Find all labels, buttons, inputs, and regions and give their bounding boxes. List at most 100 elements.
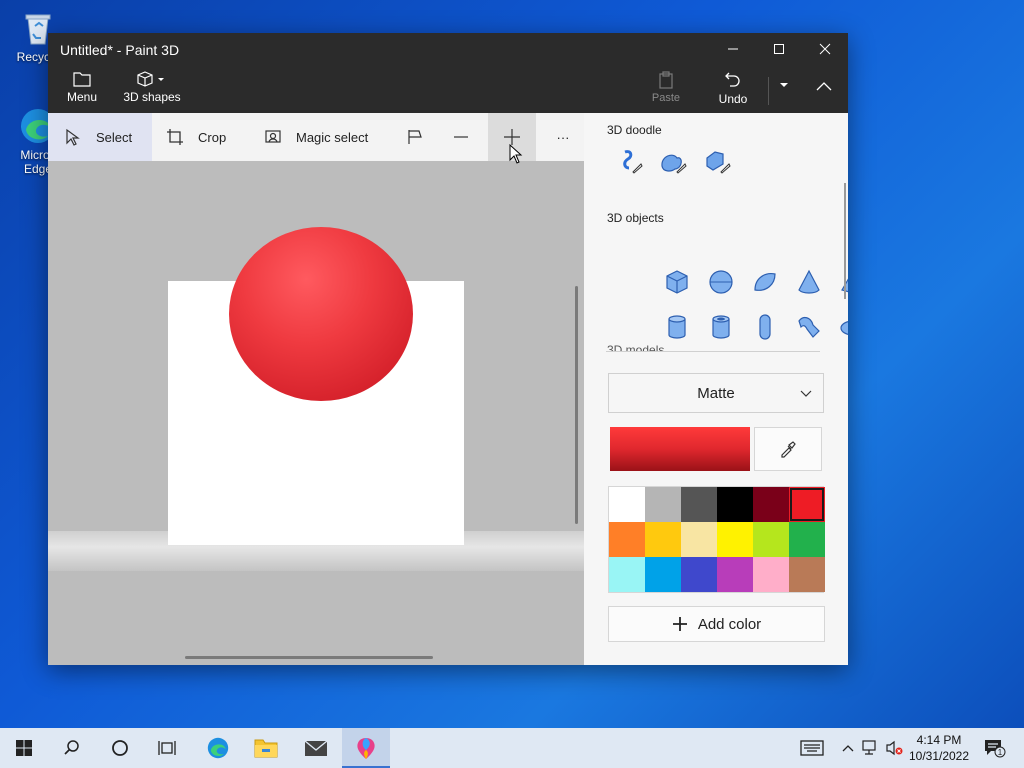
- eyedropper-button[interactable]: [754, 427, 822, 471]
- color-swatch[interactable]: [681, 557, 717, 592]
- material-dropdown[interactable]: Matte: [608, 373, 824, 413]
- eyedropper-icon: [781, 441, 796, 458]
- action-center-button[interactable]: 1: [982, 738, 1008, 758]
- cube-dropdown-icon: [137, 71, 164, 87]
- collapse-ribbon-button[interactable]: [812, 81, 836, 94]
- hemisphere-icon: [754, 273, 776, 291]
- sharp-doodle-icon: [623, 150, 643, 174]
- color-swatch[interactable]: [681, 522, 717, 557]
- red-3d-sphere[interactable]: [229, 227, 413, 401]
- menu-button[interactable]: Menu: [64, 71, 100, 104]
- bent-tube-icon: [798, 316, 820, 338]
- more-tools-button[interactable]: ···: [548, 113, 578, 161]
- sphere-object-button[interactable]: [706, 267, 736, 297]
- edge-taskbar-button[interactable]: [194, 728, 242, 768]
- tube-doodle-button[interactable]: [702, 147, 732, 177]
- touch-keyboard-button[interactable]: [800, 738, 824, 758]
- current-color-swatch[interactable]: [610, 427, 750, 471]
- 3d-doodle-title: 3D doodle: [607, 123, 662, 137]
- file-explorer-button[interactable]: [242, 728, 290, 768]
- chevron-up-icon: [816, 82, 832, 91]
- color-swatch[interactable]: [645, 557, 681, 592]
- tube-icon: [712, 315, 730, 339]
- magic-select-label: Magic select: [296, 129, 369, 145]
- edge-icon: [207, 737, 229, 759]
- vertical-scrollbar[interactable]: [575, 286, 578, 524]
- capsule-object-button[interactable]: [750, 312, 780, 342]
- color-swatch[interactable]: [645, 522, 681, 557]
- cylinder-object-button[interactable]: [662, 312, 692, 342]
- 3d-objects-title: 3D objects: [607, 211, 664, 225]
- cone-object-button[interactable]: [794, 267, 824, 297]
- keyboard-icon: [800, 740, 824, 756]
- show-hidden-icons-button[interactable]: [838, 738, 858, 758]
- color-swatch[interactable]: [645, 487, 681, 522]
- search-button[interactable]: [48, 728, 96, 768]
- volume-button[interactable]: [884, 738, 904, 758]
- start-button[interactable]: [0, 728, 48, 768]
- 3d-shapes-label: 3D shapes: [123, 90, 181, 104]
- pyramid-object-button[interactable]: [838, 267, 848, 297]
- chevron-up-icon: [842, 745, 854, 752]
- canvas-area[interactable]: [48, 161, 584, 665]
- tube-object-button[interactable]: [706, 312, 736, 342]
- add-color-label: Add color: [697, 615, 762, 633]
- hemisphere-object-button[interactable]: [750, 267, 780, 297]
- color-swatch[interactable]: [753, 522, 789, 557]
- undo-history-button[interactable]: [774, 81, 794, 92]
- undo-icon: [725, 72, 740, 87]
- color-swatch[interactable]: [753, 557, 789, 592]
- color-swatch[interactable]: [789, 487, 825, 522]
- select-label: Select: [96, 129, 133, 145]
- magic-select-tool[interactable]: Magic select: [264, 113, 384, 161]
- network-disconnected-icon: [862, 740, 876, 755]
- color-swatch[interactable]: [789, 522, 825, 557]
- 3d-shapes-panel: 3D doodle 3D objects 3D models Matte Add…: [584, 113, 848, 665]
- close-button[interactable]: [802, 33, 848, 65]
- color-swatch[interactable]: [717, 557, 753, 592]
- clock-date: 10/31/2022: [908, 749, 970, 763]
- network-button[interactable]: [860, 738, 880, 758]
- color-swatch[interactable]: [717, 522, 753, 557]
- paste-button[interactable]: Paste: [648, 71, 684, 104]
- bent-tube-object-button[interactable]: [794, 312, 824, 342]
- color-swatch[interactable]: [717, 487, 753, 522]
- panel-scrollbar[interactable]: [844, 183, 846, 299]
- menu-label: Menu: [66, 90, 98, 104]
- color-swatch[interactable]: [609, 557, 645, 592]
- select-tool[interactable]: Select: [48, 113, 152, 161]
- crop-tool[interactable]: Crop: [166, 113, 246, 161]
- color-swatch[interactable]: [753, 487, 789, 522]
- minimize-icon: [728, 48, 738, 50]
- paint3d-window: Untitled* - Paint 3D Menu 3D shapes Past…: [48, 33, 848, 665]
- notification-count: 1: [998, 748, 1003, 757]
- cortana-button[interactable]: [96, 728, 144, 768]
- color-swatch[interactable]: [789, 557, 825, 592]
- taskbar: 4:14 PM 10/31/2022 1: [0, 728, 1024, 768]
- more-tools-label: ···: [556, 129, 570, 145]
- cube-icon-button[interactable]: [662, 267, 692, 297]
- soft-edge-doodle-button[interactable]: [658, 147, 688, 177]
- flip-tool[interactable]: [406, 113, 438, 161]
- task-view-button[interactable]: [144, 728, 192, 768]
- tube-doodle-icon: [706, 151, 731, 174]
- color-swatch[interactable]: [681, 487, 717, 522]
- horizontal-scrollbar[interactable]: [185, 656, 433, 659]
- system-clock[interactable]: 4:14 PM 10/31/2022: [906, 732, 972, 764]
- torus-object-button[interactable]: [838, 312, 848, 342]
- color-swatch[interactable]: [609, 487, 645, 522]
- color-swatch[interactable]: [609, 522, 645, 557]
- mail-button[interactable]: [292, 728, 340, 768]
- undo-button[interactable]: Undo: [715, 71, 751, 106]
- minimize-button[interactable]: [710, 33, 756, 65]
- zoom-out-tool[interactable]: [452, 113, 484, 161]
- material-selected: Matte: [697, 384, 735, 402]
- maximize-button[interactable]: [756, 33, 802, 65]
- paste-label: Paste: [651, 92, 681, 104]
- flag-icon: [408, 130, 422, 144]
- add-color-button[interactable]: Add color: [608, 606, 825, 642]
- crop-icon: [167, 129, 183, 145]
- paint3d-taskbar-button[interactable]: [342, 728, 390, 768]
- 3d-shapes-button[interactable]: 3D shapes: [122, 71, 182, 104]
- sharp-edge-doodle-button[interactable]: [614, 147, 644, 177]
